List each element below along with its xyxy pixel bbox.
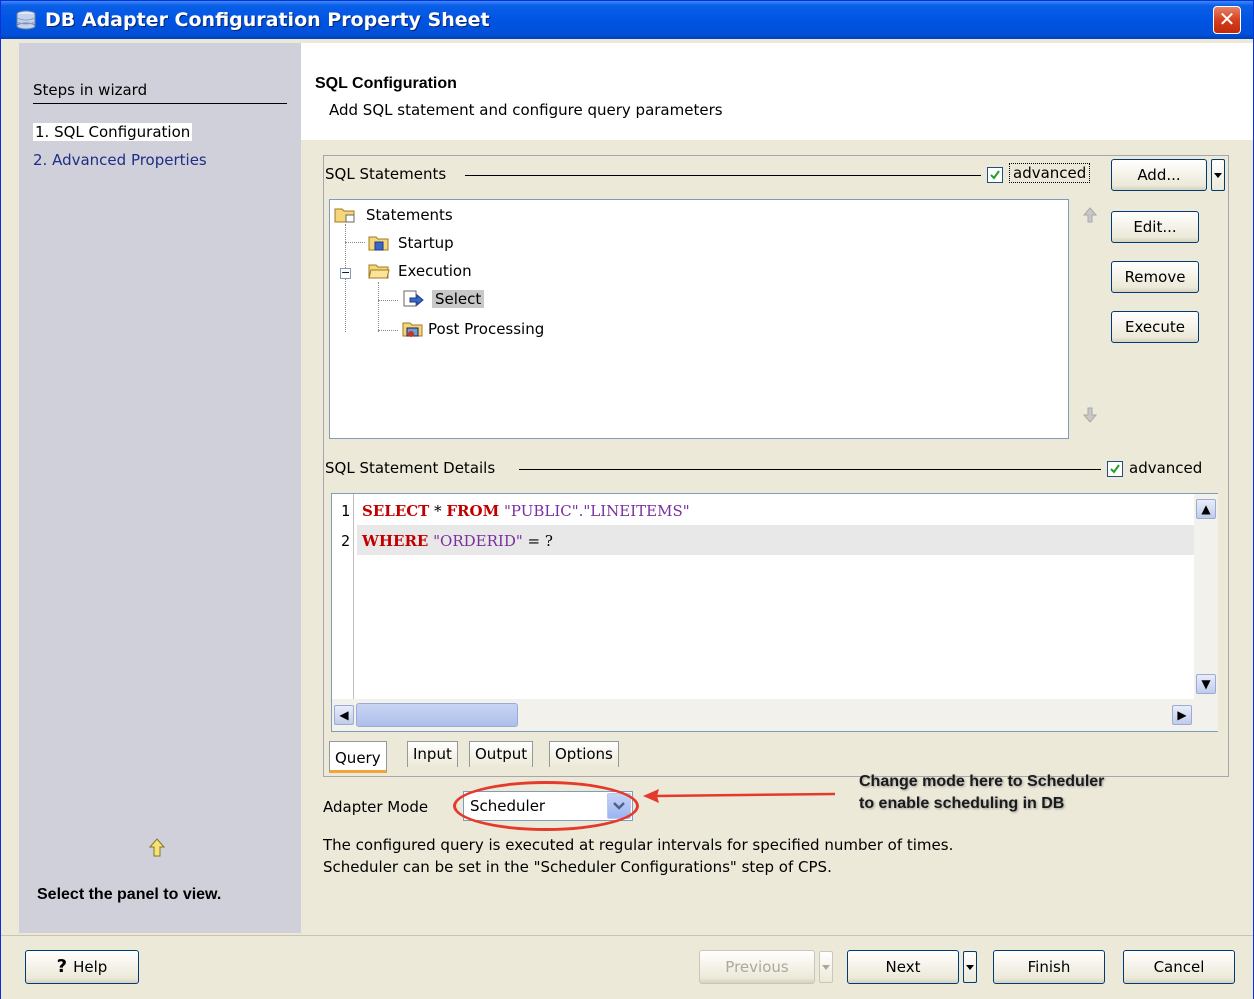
scroll-down-icon[interactable]: ▼ [1196,674,1216,694]
cancel-button[interactable]: Cancel [1123,950,1235,984]
tree-connector [378,300,398,301]
tree-connector [378,282,379,332]
scroll-left-icon[interactable]: ◀ [334,705,354,725]
horizontal-scroll-thumb[interactable] [356,703,518,727]
tree-node-statements[interactable]: Statements [366,206,453,224]
page-title: SQL Configuration [315,75,457,92]
window-title: DB Adapter Configuration Property Sheet [45,9,490,31]
page-header: SQL Configuration Add SQL statement and … [301,43,1253,140]
vertical-scrollbar[interactable]: ▲ ▼ [1194,494,1218,699]
horizontal-scrollbar[interactable]: ◀ ▶ [332,699,1218,731]
add-menu-arrow[interactable] [1211,159,1225,191]
sql-operator: * [429,502,447,520]
sql-line-2[interactable]: WHERE "ORDERID" = ? [362,532,553,550]
sql-keyword: SELECT [362,502,430,520]
sql-operator: = ? [522,532,553,550]
scroll-right-icon[interactable]: ▶ [1172,705,1192,725]
execute-statement-button[interactable]: Execute [1111,311,1199,343]
move-down-button[interactable] [1079,403,1101,429]
page-subtitle: Add SQL statement and configure query pa… [329,101,723,119]
sql-details-label: SQL Statement Details [325,459,496,477]
tab-options[interactable]: Options [549,741,619,767]
sql-identifier: "ORDERID" [428,532,523,550]
edit-statement-button[interactable]: Edit... [1111,211,1199,243]
property-sheet-window: DB Adapter Configuration Property Sheet … [0,0,1254,999]
line-number-gutter: 1 2 [332,494,354,699]
sql-editor[interactable]: 1 2 SELECT * FROM "PUBLIC"."LINEITEMS" W… [331,493,1218,732]
description-line-1: The configured query is executed at regu… [323,836,954,854]
arrow-down-icon [1082,407,1098,423]
step-sql-configuration[interactable]: 1. SQL Configuration [33,123,193,141]
line-number: 2 [340,532,350,550]
wizard-steps-sidebar: Steps in wizard 1. SQL Configuration 2. … [19,43,301,933]
close-icon: ✕ [1218,7,1236,31]
tab-output[interactable]: Output [469,741,534,767]
next-menu-arrow[interactable] [963,951,977,983]
adapter-mode-description: The configured query is executed at regu… [323,834,953,878]
previous-button[interactable]: Previous [699,950,815,984]
scroll-up-icon[interactable]: ▲ [1196,499,1216,519]
chevron-down-icon [966,965,974,970]
annotation-line-2: to enable scheduling in DB [859,795,1065,812]
post-processing-icon [402,320,424,338]
sql-statements-label: SQL Statements [325,165,447,183]
tree-node-select[interactable]: Select [432,290,485,308]
next-button[interactable]: Next [847,950,959,984]
wizard-footer: ? Help Previous Next Finish Cancel [1,935,1253,999]
finish-button[interactable]: Finish [993,950,1105,984]
help-button[interactable]: ? Help [25,950,139,984]
sql-statements-advanced-label[interactable]: advanced [1009,163,1091,183]
annotation-arrow-icon [643,789,836,803]
tree-node-post-processing[interactable]: Post Processing [428,320,544,338]
chevron-down-icon [1214,173,1222,178]
remove-statement-button[interactable]: Remove [1111,261,1199,293]
steps-title: Steps in wizard [33,81,148,99]
folder-open-icon [368,262,390,280]
sql-statements-advanced-checkbox[interactable] [987,167,1003,183]
folder-icon [334,206,356,224]
close-button[interactable]: ✕ [1213,6,1241,34]
sql-keyword: WHERE [362,532,429,550]
line-number: 1 [340,502,350,520]
sql-line-1[interactable]: SELECT * FROM "PUBLIC"."LINEITEMS" [362,502,690,520]
select-panel-hint: Select the panel to view. [37,886,222,903]
tree-connector [345,242,365,243]
up-arrow-icon [148,838,166,858]
sql-identifier: "PUBLIC"."LINEITEMS" [499,502,690,520]
step-advanced-properties[interactable]: 2. Advanced Properties [33,151,207,169]
select-statement-icon [402,290,424,308]
help-icon: ? [56,956,68,977]
collapse-icon[interactable]: − [340,267,351,279]
adapter-mode-label: Adapter Mode [323,798,429,816]
sql-keyword: FROM [446,502,500,520]
title-bar: DB Adapter Configuration Property Sheet … [1,1,1253,39]
folder-icon [368,234,390,252]
sql-statements-rule [465,175,981,176]
sql-details-advanced-checkbox[interactable] [1107,461,1123,477]
move-up-button[interactable] [1079,203,1101,229]
scheduler-annotation: Change mode here to Scheduler to enable … [859,771,1104,815]
highlight-oval [453,781,639,831]
database-icon [15,9,37,31]
steps-divider [33,103,287,104]
tab-input[interactable]: Input [407,741,458,767]
annotation-line-1: Change mode here to Scheduler [859,773,1105,790]
chevron-down-icon [822,965,830,970]
tab-query[interactable]: Query [329,741,387,773]
description-line-2: Scheduler can be set in the "Scheduler C… [323,858,832,876]
tree-connector [378,330,398,331]
sql-details-advanced-label[interactable]: advanced [1129,459,1202,477]
sql-details-rule [519,469,1101,470]
help-label: Help [73,958,108,976]
tree-node-startup[interactable]: Startup [398,234,454,252]
previous-menu-arrow[interactable] [819,951,833,983]
tree-node-execution[interactable]: Execution [398,262,472,280]
arrow-up-icon [1082,207,1098,223]
add-statement-button[interactable]: Add... [1111,159,1207,191]
statements-tree[interactable]: Statements Startup − Execution Select Po… [329,199,1069,439]
